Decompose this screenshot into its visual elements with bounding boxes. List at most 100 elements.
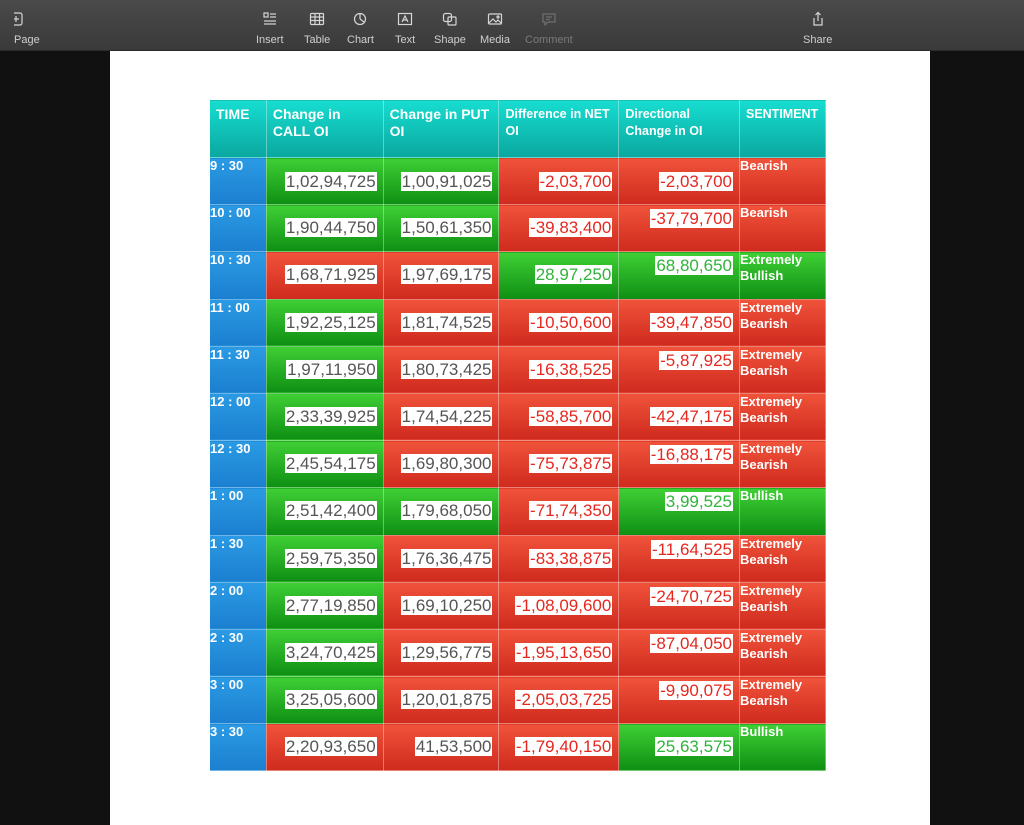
net-oi-cell: -75,73,875	[498, 440, 620, 489]
put-oi-cell: 1,29,56,775	[382, 628, 500, 678]
time-cell: 11 : 00	[209, 298, 267, 347]
comment-label: Comment	[525, 34, 573, 46]
net-oi-value: -2,05,03,725	[514, 690, 613, 710]
sentiment-cell: Extremely Bearish	[738, 392, 827, 442]
add-page-button[interactable]: Page	[0, 10, 40, 46]
time-cell: 3 : 00	[209, 676, 267, 725]
put-oi-cell: 1,69,10,250	[382, 581, 500, 630]
call-oi-value: 2,45,54,175	[284, 454, 377, 474]
directional-oi-value: -42,47,175	[649, 406, 733, 426]
net-oi-cell: -16,38,525	[498, 345, 620, 394]
directional-oi-cell: -16,88,175	[618, 440, 740, 489]
net-oi-cell: -2,03,700	[498, 156, 620, 206]
text-label: Text	[395, 34, 416, 46]
net-oi-value: -16,38,525	[529, 359, 613, 379]
directional-oi-cell: -2,03,700	[618, 156, 740, 206]
put-oi-cell: 1,74,54,225	[382, 392, 500, 442]
put-oi-value: 1,80,73,425	[400, 359, 493, 379]
sentiment-cell: Extremely Bearish	[738, 676, 827, 725]
sentiment-cell: Bullish	[738, 487, 827, 536]
put-oi-value: 1,69,10,250	[400, 595, 493, 615]
sentiment-cell: Extremely Bearish	[738, 440, 827, 489]
directional-oi-cell: -37,79,700	[618, 204, 740, 253]
table-icon	[309, 10, 325, 28]
text-button[interactable]: Text	[395, 10, 415, 46]
chart-button[interactable]: Chart	[347, 10, 374, 46]
share-label: Share	[803, 34, 833, 46]
add-page-icon	[13, 10, 26, 28]
table-row: 2 : 30 3,24,70,425 1,29,56,775 -1,95,13,…	[209, 628, 827, 678]
toolbar: Page Insert Table Chart Text Shape Media…	[0, 0, 1024, 51]
media-button[interactable]: Media	[480, 10, 510, 46]
share-button[interactable]: Share	[803, 10, 832, 46]
directional-oi-cell: -5,87,925	[618, 345, 740, 394]
time-cell: 10 : 00	[209, 204, 267, 253]
directional-oi-value: -39,47,850	[649, 312, 733, 332]
time-cell: 10 : 30	[209, 251, 267, 300]
header-put-oi: Change in PUT OI	[382, 99, 500, 158]
time-cell: 1 : 30	[209, 534, 267, 583]
call-oi-cell: 3,25,05,600	[265, 676, 384, 725]
put-oi-cell: 1,76,36,475	[382, 534, 500, 583]
call-oi-cell: 2,20,93,650	[265, 723, 384, 772]
table-row: 11 : 30 1,97,11,950 1,80,73,425 -16,38,5…	[209, 345, 827, 394]
page-label: Page	[14, 34, 40, 46]
call-oi-value: 1,90,44,750	[284, 218, 377, 238]
sentiment-cell: Extremely Bearish	[738, 581, 827, 630]
put-oi-cell: 1,97,69,175	[382, 251, 500, 300]
sentiment-cell: Extremely Bearish	[738, 628, 827, 678]
media-label: Media	[480, 34, 510, 46]
put-oi-cell: 1,79,68,050	[382, 487, 500, 536]
directional-oi-cell: -87,04,050	[618, 628, 740, 678]
insert-icon	[262, 10, 278, 28]
directional-oi-value: -16,88,175	[649, 445, 733, 465]
text-box-icon	[397, 10, 413, 28]
call-oi-value: 2,77,19,850	[284, 595, 377, 615]
net-oi-cell: -58,85,700	[498, 392, 620, 442]
sentiment-cell: Extremely Bullish	[738, 251, 827, 300]
call-oi-cell: 2,77,19,850	[265, 581, 384, 630]
sentiment-cell: Bearish	[738, 156, 827, 206]
directional-oi-cell: -39,47,850	[618, 298, 740, 347]
chart-label: Chart	[347, 34, 374, 46]
put-oi-value: 1,69,80,300	[400, 454, 493, 474]
directional-oi-value: -37,79,700	[649, 209, 733, 229]
call-oi-cell: 1,68,71,925	[265, 251, 384, 300]
directional-oi-value: -9,90,075	[659, 681, 733, 701]
net-oi-cell: -1,79,40,150	[498, 723, 620, 772]
shape-button[interactable]: Shape	[434, 10, 466, 46]
put-oi-cell: 41,53,500	[382, 723, 500, 772]
call-oi-cell: 2,33,39,925	[265, 392, 384, 442]
right-margin	[930, 51, 1024, 825]
media-icon	[487, 10, 503, 28]
net-oi-cell: -10,50,600	[498, 298, 620, 347]
time-cell: 2 : 00	[209, 581, 267, 630]
put-oi-value: 1,79,68,050	[400, 501, 493, 521]
directional-oi-cell: 25,63,575	[618, 723, 740, 772]
table-row: 2 : 00 2,77,19,850 1,69,10,250 -1,08,09,…	[209, 581, 827, 630]
table-row: 10 : 30 1,68,71,925 1,97,69,175 28,97,25…	[209, 251, 827, 300]
directional-oi-cell: -11,64,525	[618, 534, 740, 583]
header-time: TIME	[209, 99, 267, 158]
call-oi-value: 1,92,25,125	[284, 312, 377, 332]
net-oi-value: -58,85,700	[529, 406, 613, 426]
insert-button[interactable]: Insert	[256, 10, 284, 46]
put-oi-value: 1,29,56,775	[400, 642, 493, 662]
put-oi-value: 1,81,74,525	[400, 312, 493, 332]
put-oi-value: 1,50,61,350	[400, 218, 493, 238]
header-call-oi: Change in CALL OI	[265, 99, 384, 158]
net-oi-value: -39,83,400	[529, 218, 613, 238]
comment-button[interactable]: Comment	[525, 10, 573, 46]
table-button[interactable]: Table	[304, 10, 330, 46]
put-oi-value: 1,97,69,175	[400, 265, 493, 285]
directional-oi-value: 25,63,575	[655, 737, 733, 757]
directional-oi-cell: 3,99,525	[618, 487, 740, 536]
time-cell: 11 : 30	[209, 345, 267, 394]
table-row: 10 : 00 1,90,44,750 1,50,61,350 -39,83,4…	[209, 204, 827, 253]
call-oi-cell: 1,02,94,725	[265, 156, 384, 206]
sentiment-cell: Bullish	[738, 723, 827, 772]
net-oi-cell: -2,05,03,725	[498, 676, 620, 725]
sentiment-cell: Extremely Bearish	[738, 534, 827, 583]
time-cell: 12 : 00	[209, 392, 267, 442]
directional-oi-value: 3,99,525	[664, 492, 733, 512]
